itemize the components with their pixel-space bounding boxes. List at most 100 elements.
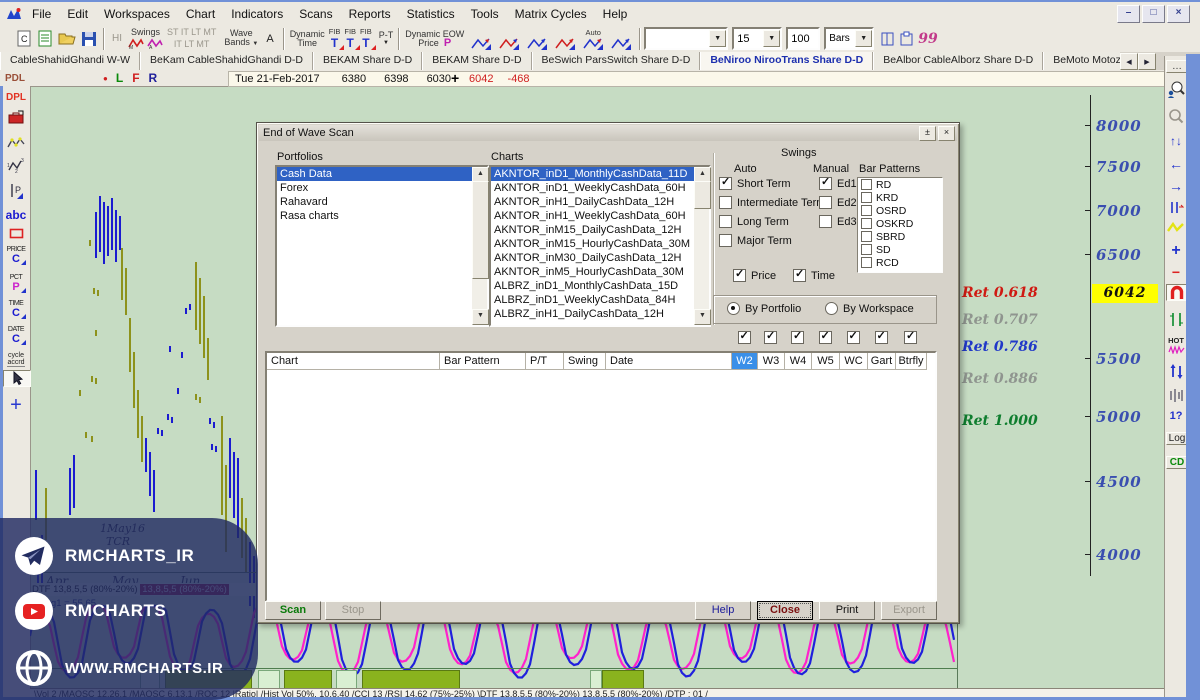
pct-study-button[interactable]: PCTP bbox=[3, 274, 29, 293]
scan-button[interactable]: Scan bbox=[265, 601, 321, 620]
cursor-tool-button[interactable] bbox=[3, 370, 31, 387]
menu-item-file[interactable]: File bbox=[24, 4, 59, 24]
open-folder-icon[interactable] bbox=[58, 31, 77, 47]
log-scale-button[interactable]: Log bbox=[1166, 432, 1188, 445]
chevron-down-icon[interactable]: ▼ bbox=[855, 30, 872, 47]
eow-zigzag-down-icon[interactable] bbox=[471, 37, 491, 50]
rectangle-tool-icon[interactable] bbox=[3, 228, 29, 239]
chart-item[interactable]: AKNTOR_inD1_WeeklyCashData_60H bbox=[491, 181, 694, 195]
auto-term-4[interactable]: Major Term bbox=[719, 234, 792, 247]
portfolio-item[interactable]: Rasa charts bbox=[277, 209, 472, 223]
restore-button[interactable]: □ bbox=[1142, 5, 1165, 23]
chevron-down-icon[interactable]: ▼ bbox=[763, 30, 780, 47]
column-header-barpattern[interactable]: Bar Pattern bbox=[440, 353, 526, 370]
chart-item[interactable]: AKNTOR_inH1_WeeklyCashData_60H bbox=[491, 209, 694, 223]
flag-r-button[interactable]: R bbox=[149, 71, 158, 85]
checkbox[interactable] bbox=[861, 231, 872, 242]
time-study-button[interactable]: TIMEC bbox=[3, 300, 29, 319]
text-label-button[interactable]: abc bbox=[3, 208, 29, 222]
unit-combo[interactable]: Bars▼ bbox=[824, 27, 874, 50]
bar-patterns-listbox[interactable]: RDKRDOSRDOSKRDSBRDSDRCD bbox=[857, 177, 943, 273]
column-header-btrfly[interactable]: Btrfly bbox=[896, 353, 927, 370]
column-header-w2[interactable]: W2 bbox=[732, 353, 758, 370]
charts-listbox[interactable]: AKNTOR_inD1_MonthlyCashData_11DAKNTOR_in… bbox=[489, 165, 711, 327]
scroll-down-icon[interactable]: ▼ bbox=[694, 309, 711, 325]
time-option-checkbox[interactable]: Time bbox=[793, 269, 835, 282]
chart-tab-1[interactable]: BeKam CableShahidGhandi D-D bbox=[140, 52, 313, 70]
wave-column-checkbox-btrfly[interactable] bbox=[904, 331, 917, 344]
chart-tab-4[interactable]: BeSwich ParsSwitch Share D-D bbox=[532, 52, 701, 70]
flag-f-button[interactable]: F bbox=[132, 71, 139, 85]
tab-scroll-right[interactable]: ▶ bbox=[1138, 53, 1156, 70]
flag-l-button[interactable]: L bbox=[116, 71, 123, 85]
crosshair-icon[interactable]: + bbox=[451, 70, 459, 86]
checkbox[interactable] bbox=[861, 218, 872, 229]
checkbox[interactable] bbox=[733, 269, 746, 282]
charts-scrollbar[interactable]: ▲ ▼ bbox=[694, 167, 709, 325]
checkbox[interactable] bbox=[719, 177, 732, 190]
bar-pattern-item[interactable]: RD bbox=[858, 178, 942, 191]
checkbox[interactable] bbox=[861, 192, 872, 203]
dialog-close-icon[interactable]: × bbox=[938, 126, 955, 141]
portfolio-item[interactable]: Forex bbox=[277, 181, 472, 195]
menu-item-reports[interactable]: Reports bbox=[341, 4, 399, 24]
column-header-chart[interactable]: Chart bbox=[267, 353, 440, 370]
page-layout-icon[interactable] bbox=[880, 31, 895, 47]
scope-option-by-portfolio[interactable]: By Portfolio bbox=[727, 302, 801, 315]
eow-fork-icon[interactable] bbox=[611, 37, 631, 50]
auto-term-1[interactable]: Short Term bbox=[719, 177, 791, 190]
checkbox[interactable] bbox=[719, 234, 732, 247]
close-button[interactable]: Close bbox=[757, 601, 813, 620]
radio-button[interactable] bbox=[825, 302, 838, 315]
portfolio-item[interactable]: Cash Data bbox=[277, 167, 472, 181]
bar-pattern-item[interactable]: SD bbox=[858, 243, 942, 256]
column-header-wc[interactable]: WC bbox=[840, 353, 868, 370]
checkbox[interactable] bbox=[861, 179, 872, 190]
chart-item[interactable]: ALBRZ_inH1_DailyCashData_12H bbox=[491, 307, 694, 321]
quotes-icon[interactable]: 99 bbox=[918, 31, 937, 47]
results-table[interactable]: ChartBar PatternP/TSwingDateW2W3W4W5WCGa… bbox=[265, 351, 937, 602]
price-study-button[interactable]: PRICEC bbox=[3, 246, 29, 265]
checkbox[interactable] bbox=[861, 205, 872, 216]
checkbox[interactable] bbox=[861, 257, 872, 268]
chart-item[interactable]: ALBRZ_inD1_WeeklyCashData_84H bbox=[491, 293, 694, 307]
manual-term-1[interactable]: Ed1 bbox=[819, 177, 857, 190]
expert-toolbox-icon[interactable] bbox=[3, 110, 29, 124]
print-preview-icon[interactable] bbox=[899, 31, 914, 47]
menu-item-edit[interactable]: Edit bbox=[59, 4, 96, 24]
wave-column-checkbox-gart[interactable] bbox=[875, 331, 888, 344]
portfolios-scrollbar[interactable]: ▲ ▼ bbox=[472, 167, 487, 325]
manual-term-2[interactable]: Ed2 bbox=[819, 196, 857, 209]
dialog-title-bar[interactable]: End of Wave Scan ± × bbox=[259, 125, 957, 141]
checkbox[interactable] bbox=[819, 177, 832, 190]
chart-item[interactable]: AKNTOR_inM5_HourlyCashData_30M bbox=[491, 265, 694, 279]
chart-item[interactable]: AKNTOR_inM15_HourlyCashData_30M bbox=[491, 237, 694, 251]
period-combo[interactable]: 15▼ bbox=[732, 27, 782, 50]
checkbox[interactable] bbox=[861, 244, 872, 255]
chevron-down-icon[interactable]: ▼ bbox=[709, 30, 726, 47]
swing-dots-icon[interactable] bbox=[3, 136, 29, 149]
manual-term-3[interactable]: Ed3 bbox=[819, 215, 857, 228]
bar-question-button[interactable]: 1? bbox=[1166, 410, 1186, 422]
column-header-date[interactable]: Date bbox=[606, 353, 732, 370]
wave-column-checkbox-wc[interactable] bbox=[847, 331, 860, 344]
fib-time-button-3[interactable]: FIBT bbox=[360, 27, 372, 50]
pdl-button[interactable]: PDL bbox=[5, 73, 25, 84]
magnet-button[interactable] bbox=[1166, 284, 1188, 301]
menu-item-statistics[interactable]: Statistics bbox=[399, 4, 463, 24]
date-study-button[interactable]: DATEC bbox=[3, 326, 29, 345]
pt-dropdown-button[interactable]: P-T ▼ bbox=[379, 31, 394, 46]
radio-button[interactable] bbox=[727, 302, 740, 315]
dpl-button[interactable]: DPL bbox=[3, 92, 29, 103]
pivot-flag-icon[interactable]: P bbox=[3, 182, 29, 199]
zoom-icon[interactable] bbox=[1166, 108, 1186, 124]
menu-item-scans[interactable]: Scans bbox=[291, 4, 340, 24]
auto-a-button[interactable]: A bbox=[266, 33, 273, 45]
checkbox[interactable] bbox=[819, 196, 832, 209]
chart-item[interactable]: AKNTOR_inD1_MonthlyCashData_11D bbox=[491, 167, 694, 181]
auto-term-3[interactable]: Long Term bbox=[719, 215, 789, 228]
help-button[interactable]: Help bbox=[695, 601, 751, 620]
menu-item-workspaces[interactable]: Workspaces bbox=[96, 4, 178, 24]
bar-pattern-item[interactable]: OSKRD bbox=[858, 217, 942, 230]
scope-option-by-workspace[interactable]: By Workspace bbox=[825, 302, 914, 315]
